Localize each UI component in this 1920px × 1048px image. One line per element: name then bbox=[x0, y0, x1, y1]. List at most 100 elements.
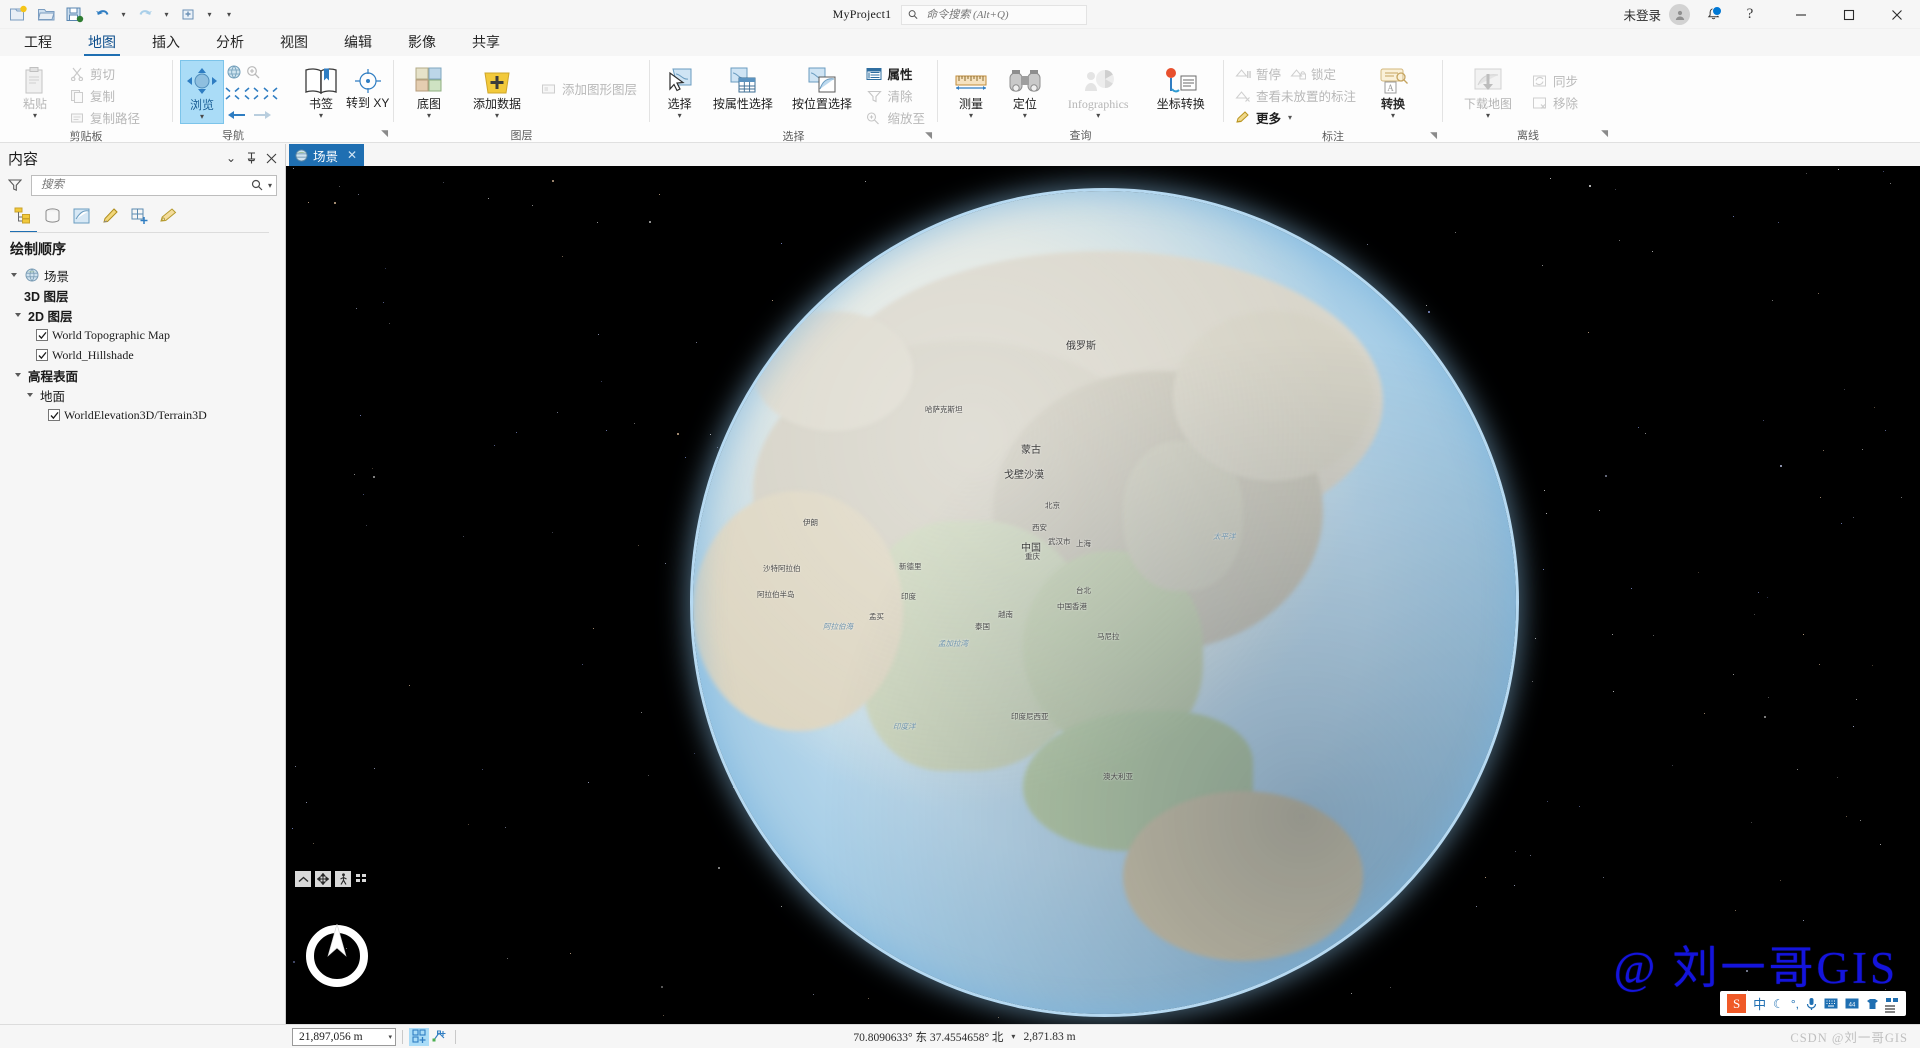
tree-item-2d-layers[interactable]: 2D 图层 bbox=[0, 305, 285, 325]
customize-qat-caret[interactable]: ▾ bbox=[218, 2, 240, 26]
tree-item-scene[interactable]: 场景 bbox=[0, 265, 285, 285]
ribbon-tab-imagery[interactable]: 影像 bbox=[390, 31, 454, 56]
nav-up-button[interactable] bbox=[295, 871, 311, 887]
sign-in-status[interactable]: 未登录 bbox=[1623, 5, 1661, 24]
expander-down-icon[interactable] bbox=[8, 271, 20, 279]
list-by-data-source-tab[interactable] bbox=[39, 203, 66, 229]
view-tab-close-icon[interactable]: ✕ bbox=[347, 148, 357, 162]
minimize-button[interactable] bbox=[1778, 0, 1824, 29]
layer-checkbox[interactable] bbox=[48, 409, 60, 421]
ime-tools-icon[interactable]: 44 bbox=[1845, 998, 1859, 1009]
zoom-fixed-center-icon[interactable] bbox=[244, 87, 259, 105]
undo-dropdown-caret[interactable]: ▾ bbox=[117, 2, 130, 26]
map-scale-control[interactable]: 21,897,056 m ▾ bbox=[292, 1027, 396, 1046]
nav-pan-button[interactable] bbox=[315, 871, 331, 887]
select-button[interactable]: 选择 ▾ bbox=[657, 60, 702, 122]
tree-item-worldelevation3d[interactable]: WorldElevation3D/Terrain3D bbox=[0, 405, 285, 425]
snapping-toggle[interactable] bbox=[429, 1028, 449, 1046]
labeling-dialog-launcher[interactable]: ◥ bbox=[1430, 130, 1437, 141]
ime-skin-icon[interactable] bbox=[1866, 998, 1879, 1010]
copy-path-button[interactable]: 复制路径 bbox=[65, 107, 145, 128]
expander-down-icon[interactable] bbox=[24, 391, 36, 399]
select-caret[interactable]: ▾ bbox=[678, 112, 682, 122]
ime-punct-icon[interactable]: °, bbox=[1791, 997, 1799, 1011]
coordinate-conversion-button[interactable]: 坐标转换 bbox=[1146, 60, 1216, 111]
ime-menu-icon[interactable] bbox=[1880, 1001, 1900, 1022]
compass-ring[interactable] bbox=[306, 922, 368, 987]
help-icon[interactable]: ? bbox=[1736, 3, 1764, 27]
tree-item-world-hillshade[interactable]: World_Hillshade bbox=[0, 345, 285, 365]
remove-offline-button[interactable]: 移除 bbox=[1528, 92, 1583, 113]
maximize-button[interactable] bbox=[1826, 0, 1872, 29]
selection-dialog-launcher[interactable]: ◥ bbox=[925, 130, 932, 141]
add-graphics-layer-button[interactable]: 添加图形图层 bbox=[537, 78, 642, 99]
add-data-caret[interactable]: ▾ bbox=[495, 112, 499, 122]
goto-xy-button[interactable]: 转到 XY bbox=[344, 60, 391, 109]
notifications-bell-icon[interactable] bbox=[1700, 3, 1726, 27]
search-options-caret[interactable]: ▾ bbox=[268, 181, 272, 190]
ribbon-tab-map[interactable]: 地图 bbox=[70, 31, 134, 56]
clear-selection-button[interactable]: 清除 bbox=[863, 85, 931, 106]
view-unplaced-labels-button[interactable]: 查看未放置的标注 bbox=[1231, 85, 1361, 106]
ime-toolbar[interactable]: S 中 ☾ °, 44 bbox=[1720, 991, 1906, 1016]
measure-caret[interactable]: ▾ bbox=[969, 112, 973, 122]
redo-icon[interactable] bbox=[132, 2, 158, 26]
scene-view-canvas[interactable]: 俄罗斯 哈萨克斯坦 蒙古 戈壁沙漠 中国 北京 西安 上海 武汉市 重庆 台北 中国香港 印度 孟买 新德里… bbox=[286, 166, 1920, 1024]
save-project-icon[interactable] bbox=[61, 2, 87, 26]
list-by-drawing-order-tab[interactable] bbox=[10, 203, 37, 233]
more-labeling-caret[interactable]: ▾ bbox=[1288, 113, 1292, 122]
ribbon-tab-edit[interactable]: 编辑 bbox=[326, 31, 390, 56]
ime-moon-icon[interactable]: ☾ bbox=[1773, 997, 1784, 1011]
cut-button[interactable]: 剪切 bbox=[65, 63, 145, 84]
convert-labels-button[interactable]: A 转换 ▾ bbox=[1367, 60, 1419, 122]
new-project-icon[interactable] bbox=[5, 2, 31, 26]
redo-dropdown-caret[interactable]: ▾ bbox=[160, 2, 173, 26]
lock-labels-button[interactable]: 锁定 bbox=[1286, 63, 1341, 84]
layer-checkbox[interactable] bbox=[36, 349, 48, 361]
previous-extent-icon[interactable] bbox=[227, 108, 246, 127]
download-map-button[interactable]: 下载地图 ▾ bbox=[1450, 60, 1526, 122]
filter-icon[interactable] bbox=[4, 178, 26, 192]
navigate-dialog-launcher[interactable]: ◥ bbox=[381, 128, 388, 139]
view-tab-scene[interactable]: 场景 ✕ bbox=[289, 144, 365, 166]
infographics-caret[interactable]: ▾ bbox=[1096, 112, 1100, 122]
full-screen-extent-icon[interactable] bbox=[263, 87, 278, 105]
infographics-button[interactable]: Infographics ▾ bbox=[1053, 60, 1144, 122]
ime-mic-icon[interactable] bbox=[1806, 997, 1817, 1010]
bookmarks-caret[interactable]: ▾ bbox=[319, 112, 323, 122]
selection-toggle[interactable] bbox=[409, 1027, 429, 1046]
pause-labeling-button[interactable]: 暂停 bbox=[1231, 63, 1286, 84]
select-by-location-button[interactable]: 按位置选择 bbox=[783, 60, 860, 111]
add-dropdown-caret[interactable]: ▾ bbox=[203, 2, 216, 26]
tree-item-world-topographic[interactable]: World Topographic Map bbox=[0, 325, 285, 345]
explore-button[interactable]: 浏览 ▾ bbox=[180, 60, 224, 124]
measure-button[interactable]: 测量 ▾ bbox=[945, 60, 997, 122]
expander-down-icon[interactable] bbox=[12, 371, 24, 379]
copy-button[interactable]: 复制 bbox=[65, 85, 145, 106]
more-labeling-button[interactable]: 更多 ▾ bbox=[1231, 107, 1361, 128]
offline-dialog-launcher[interactable]: ◥ bbox=[1601, 128, 1608, 139]
sync-button[interactable]: 同步 bbox=[1528, 70, 1583, 91]
next-extent-icon[interactable] bbox=[253, 108, 272, 127]
locate-button[interactable]: 定位 ▾ bbox=[999, 60, 1051, 122]
list-by-labeling-tab[interactable] bbox=[155, 203, 182, 229]
ime-keyboard-icon[interactable] bbox=[1824, 998, 1838, 1009]
command-search-input[interactable] bbox=[924, 7, 1081, 22]
ribbon-tab-view[interactable]: 视图 bbox=[262, 31, 326, 56]
avatar[interactable] bbox=[1669, 4, 1690, 25]
download-map-caret[interactable]: ▾ bbox=[1486, 112, 1490, 122]
locate-caret[interactable]: ▾ bbox=[1023, 112, 1027, 122]
attributes-button[interactable]: 属性 bbox=[863, 63, 931, 84]
layer-checkbox[interactable] bbox=[36, 329, 48, 341]
list-by-selection-tab[interactable] bbox=[68, 203, 95, 229]
coordinate-format-caret[interactable]: ▾ bbox=[1011, 1032, 1015, 1041]
paste-button[interactable]: 粘贴 ▾ bbox=[7, 60, 63, 122]
ribbon-tab-insert[interactable]: 插入 bbox=[134, 31, 198, 56]
pane-pin-icon[interactable] bbox=[241, 147, 261, 169]
pane-close-icon[interactable] bbox=[261, 147, 281, 169]
ime-lang-label[interactable]: 中 bbox=[1753, 994, 1766, 1013]
contents-search-input[interactable] bbox=[39, 178, 251, 192]
bookmarks-button[interactable]: 书签 ▾ bbox=[300, 60, 342, 122]
add-data-button[interactable]: 添加数据 ▾ bbox=[459, 60, 535, 122]
pane-menu-caret-icon[interactable]: ⌄ bbox=[221, 147, 241, 169]
